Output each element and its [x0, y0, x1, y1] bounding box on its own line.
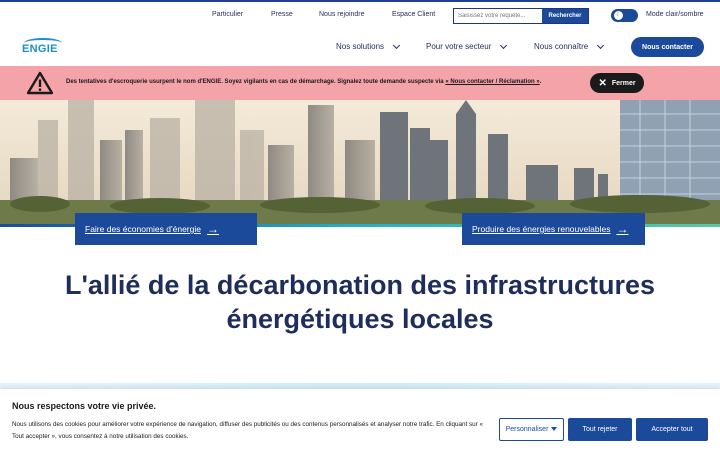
skyline-illustration [0, 100, 720, 226]
cta-renewable-energy[interactable]: Produire des énergies renouvelables → [462, 213, 645, 245]
search-form: Rechercher [453, 8, 589, 24]
cta-label: Faire des économies d'énergie [85, 224, 201, 234]
cta-energy-savings[interactable]: Faire des économies d'énergie → [75, 213, 257, 245]
link-particulier[interactable]: Particulier [212, 11, 243, 18]
cookie-description: Nous utilisons des cookies pour améliore… [12, 421, 484, 440]
customize-cookies-button[interactable]: Personnaliser [499, 418, 564, 441]
theme-toggle-label: Mode clair/sombre [646, 11, 704, 18]
chevron-down-icon [500, 41, 508, 49]
close-label: Fermer [611, 79, 636, 87]
engie-logo[interactable]: ENGIE [22, 38, 64, 56]
nav-label: Nos solutions [336, 42, 385, 51]
nav-label: Pour votre secteur [426, 42, 492, 51]
main-navigation: ENGIE Nos solutions Pour votre secteur N… [0, 28, 720, 66]
close-icon: ✕ [598, 77, 607, 89]
chevron-down-icon [392, 41, 401, 49]
alert-contact-link[interactable]: « Nous contacter / Réclamation » [445, 79, 539, 85]
search-button[interactable]: Rechercher [542, 9, 588, 23]
search-input[interactable] [454, 9, 542, 23]
page-title: L'allié de la décarbonation des infrastr… [0, 268, 720, 336]
alert-text-end: . [539, 79, 542, 85]
hero-skyline-image [0, 100, 720, 226]
accept-all-button[interactable]: Accepter tout [636, 418, 708, 441]
moon-icon: ☾ [614, 11, 623, 20]
link-espace-client[interactable]: Espace Client [392, 11, 435, 18]
arrow-right-icon: → [206, 222, 219, 236]
title-line-2: énergétiques locales [226, 304, 494, 334]
chevron-down-icon [597, 41, 605, 49]
nav-nous-connaitre[interactable]: Nous connaître [534, 41, 605, 51]
utility-bar: Particulier Presse Nous rejoindre Espace… [0, 0, 720, 28]
cta-label: Produire des énergies renouvelables [472, 224, 611, 234]
alert-text: Des tentatives d'escroquerie usurpent le… [66, 79, 446, 85]
link-presse[interactable]: Presse [271, 11, 293, 18]
link-nous-rejoindre[interactable]: Nous rejoindre [319, 11, 365, 18]
arrow-right-icon: → [616, 222, 629, 236]
theme-toggle[interactable]: ☾ [611, 9, 638, 22]
alert-message: Des tentatives d'escroquerie usurpent le… [66, 79, 541, 85]
nav-pour-votre-secteur[interactable]: Pour votre secteur [426, 41, 508, 51]
logo-text: ENGIE [22, 43, 58, 55]
customize-label: Personnaliser [505, 426, 549, 433]
nav-nos-solutions[interactable]: Nos solutions [336, 41, 401, 51]
caret-down-icon [551, 427, 558, 432]
title-line-1: L'allié de la décarbonation des infrastr… [64, 270, 656, 300]
scam-alert-banner: Des tentatives d'escroquerie usurpent le… [0, 66, 720, 100]
nav-label: Nous connaître [534, 42, 589, 51]
warning-icon [27, 71, 53, 95]
reject-all-button[interactable]: Tout rejeter [568, 418, 632, 441]
cookie-title: Nous respectons votre vie privée. [12, 401, 157, 411]
contact-button[interactable]: Nous contacter [631, 37, 704, 57]
close-alert-button[interactable]: ✕ Fermer [590, 73, 644, 93]
cookie-consent-banner: Nous respectons votre vie privée. Nous u… [0, 389, 720, 450]
